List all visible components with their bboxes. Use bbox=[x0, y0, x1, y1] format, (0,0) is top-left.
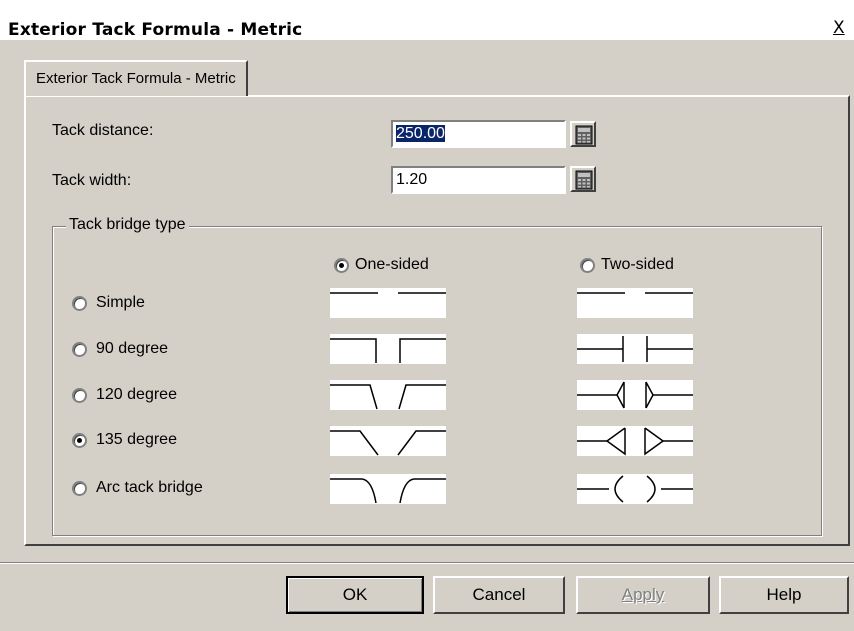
two-sided-120-degree-diagram bbox=[577, 380, 693, 410]
120-degree-radio[interactable] bbox=[72, 388, 87, 403]
tab-exterior-tack-formula[interactable]: Exterior Tack Formula - Metric bbox=[24, 60, 248, 96]
tack-distance-value: 250.00 bbox=[396, 125, 445, 142]
arc-tack-bridge-radio[interactable] bbox=[72, 481, 87, 496]
cancel-button[interactable]: Cancel bbox=[433, 576, 565, 614]
135-degree-radio[interactable] bbox=[72, 433, 87, 448]
arc-tack-bridge-label[interactable]: Arc tack bridge bbox=[96, 479, 203, 497]
90-degree-label[interactable]: 90 degree bbox=[96, 340, 168, 358]
one-sided-135-degree-diagram bbox=[330, 426, 446, 456]
help-button[interactable]: Help bbox=[719, 576, 849, 614]
tack-bridge-type-label: Tack bridge type bbox=[66, 216, 189, 234]
footer-separator-highlight bbox=[0, 563, 854, 564]
one-sided-label[interactable]: One-sided bbox=[355, 256, 429, 274]
135-degree-label[interactable]: 135 degree bbox=[96, 431, 177, 449]
one-sided-radio[interactable] bbox=[334, 258, 349, 273]
two-sided-label[interactable]: Two-sided bbox=[601, 256, 674, 274]
one-sided-90-degree-diagram bbox=[330, 334, 446, 364]
simple-radio[interactable] bbox=[72, 296, 87, 311]
apply-button-label: Apply bbox=[621, 585, 665, 604]
one-sided-arc-diagram bbox=[330, 474, 446, 504]
selected-dot-icon bbox=[339, 263, 344, 268]
one-sided-simple-diagram bbox=[330, 288, 446, 318]
calculator-icon[interactable] bbox=[570, 166, 596, 192]
two-sided-arc-diagram bbox=[577, 474, 693, 504]
tack-distance-input[interactable]: 250.00 bbox=[391, 120, 566, 148]
window-title: Exterior Tack Formula - Metric bbox=[8, 20, 303, 40]
ok-button[interactable]: OK bbox=[286, 576, 424, 614]
tack-width-value: 1.20 bbox=[396, 171, 428, 188]
title-bar: Exterior Tack Formula - Metric X bbox=[0, 0, 854, 40]
two-sided-90-degree-diagram bbox=[577, 334, 693, 364]
tack-width-input[interactable]: 1.20 bbox=[391, 166, 566, 194]
one-sided-120-degree-diagram bbox=[330, 380, 446, 410]
simple-label[interactable]: Simple bbox=[96, 294, 145, 312]
calculator-icon[interactable] bbox=[570, 121, 596, 147]
120-degree-label[interactable]: 120 degree bbox=[96, 386, 177, 404]
two-sided-radio[interactable] bbox=[580, 258, 595, 273]
apply-button[interactable]: Apply bbox=[576, 576, 710, 614]
90-degree-radio[interactable] bbox=[72, 342, 87, 357]
tack-distance-label: Tack distance: bbox=[52, 122, 154, 139]
two-sided-simple-diagram bbox=[577, 288, 693, 318]
selected-dot-icon bbox=[77, 438, 82, 443]
two-sided-135-degree-diagram bbox=[577, 426, 693, 456]
tack-width-label: Tack width: bbox=[52, 172, 132, 189]
close-icon[interactable]: X bbox=[833, 19, 849, 37]
